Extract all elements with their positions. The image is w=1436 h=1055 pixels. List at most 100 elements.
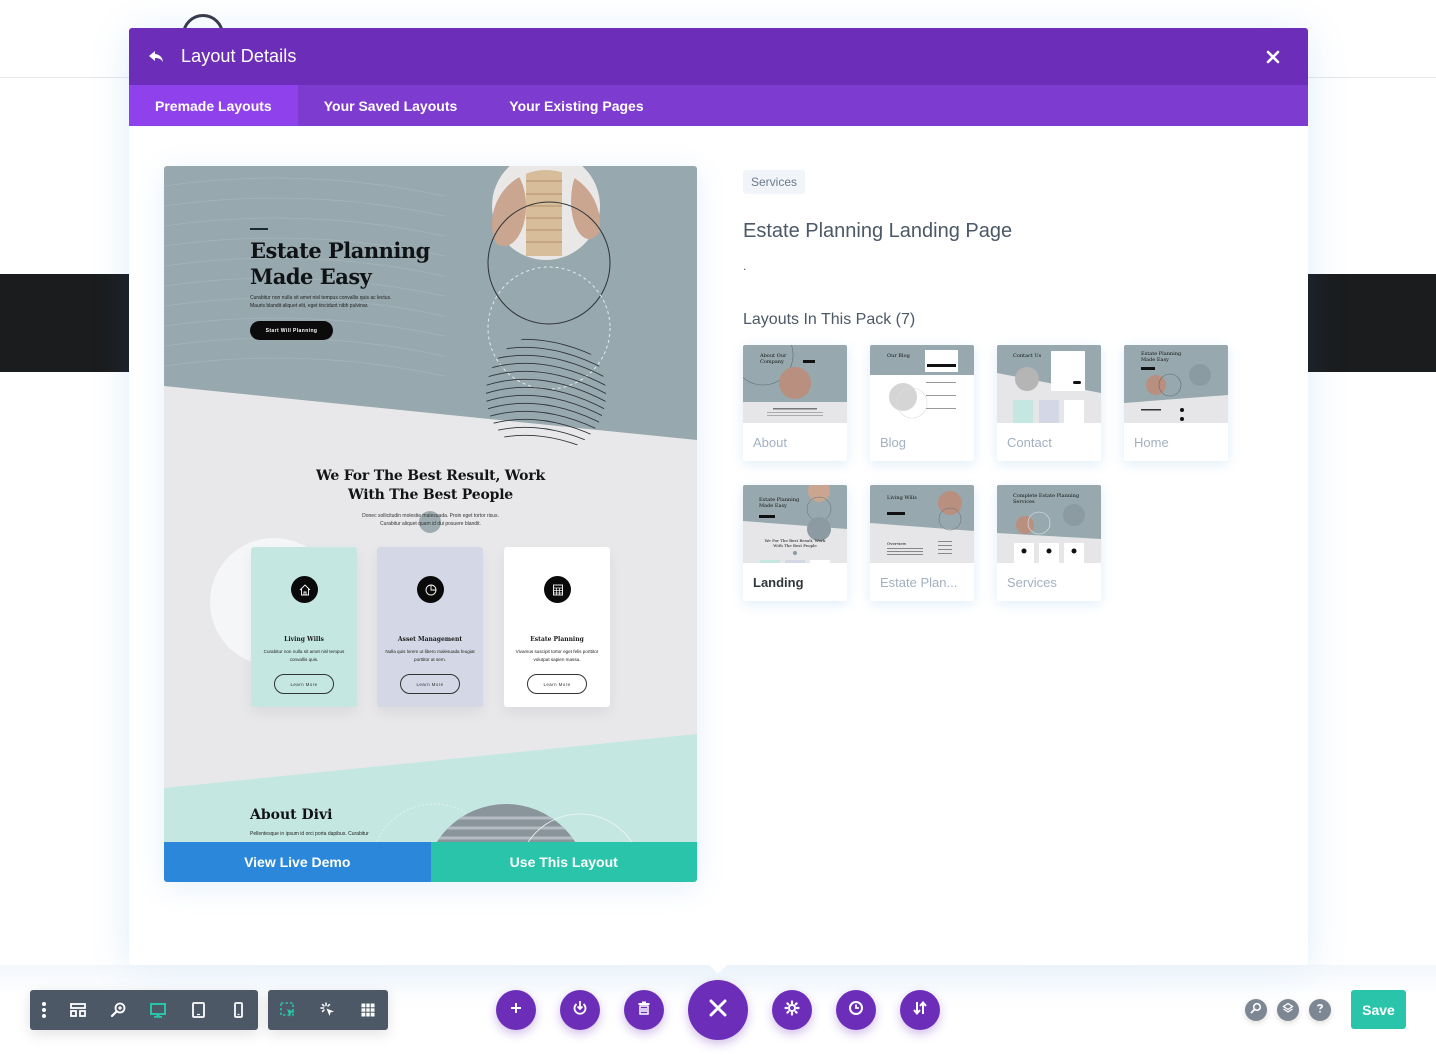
- layout-preview-image: Estate Planning Made Easy Curabitur non …: [164, 166, 697, 842]
- pack-thumbnail: Our Blog: [870, 345, 974, 423]
- modal-title: Layout Details: [181, 46, 297, 66]
- preview-service-card: Living Wills Curabitur non nulla sit ame…: [251, 547, 357, 707]
- tab-premade-layouts[interactable]: Premade Layouts: [129, 85, 298, 126]
- page-dark-section: [1308, 274, 1436, 372]
- house-icon: [291, 576, 318, 603]
- hero-text-line: Mauris blandit aliquet elit, eget tincid…: [250, 303, 369, 309]
- section-title-line: We For The Best Result, Work: [316, 468, 545, 484]
- zoom-icon[interactable]: [98, 990, 138, 1030]
- view-mode-toolbar: [30, 990, 258, 1030]
- layers-icon: [1282, 1001, 1294, 1019]
- save-button[interactable]: Save: [1351, 990, 1406, 1029]
- hero-accent-line: [250, 228, 268, 230]
- pack-thumbnail: Estate Planning Made Easy: [1124, 345, 1228, 423]
- sort-button[interactable]: [900, 990, 940, 1030]
- pack-thumbnail: Living Wills Overview: [870, 485, 974, 563]
- card-text: Vivamus suscipit tortor eget felis portt…: [515, 649, 599, 662]
- hero-title-line: Made Easy: [250, 264, 372, 289]
- pack-item-landing[interactable]: Estate Planning Made Easy We For The Best …: [743, 485, 847, 601]
- preview-about-title: About Divi: [250, 807, 333, 823]
- pack-thumbnail: Estate Planning Made Easy We For The Best …: [743, 485, 847, 563]
- view-live-demo-button[interactable]: View Live Demo: [164, 842, 431, 882]
- pack-item-label: Blog: [880, 434, 907, 450]
- pack-layouts-grid: About Our Company About Our Blog Blog Con…: [743, 345, 1263, 601]
- history-icon: [848, 1000, 864, 1021]
- preview-hero-button: Start Will Planning: [250, 321, 333, 340]
- pack-item-label: Services: [1007, 574, 1057, 590]
- svg-text:Our Blog: Our Blog: [887, 353, 911, 359]
- calculator-icon: [544, 576, 571, 603]
- help-button[interactable]: [1309, 999, 1331, 1021]
- pie-chart-icon: [417, 576, 444, 603]
- close-icon: [709, 999, 727, 1022]
- undo-arrow-icon[interactable]: [147, 47, 167, 67]
- svg-text:Overview: Overview: [887, 541, 907, 546]
- preview-hero-text: Curabitur non nulla sit amet nisl tempus…: [250, 294, 420, 310]
- svg-text:Living Wills: Living Wills: [887, 495, 917, 501]
- phone-view-icon[interactable]: [218, 990, 258, 1030]
- pack-heading: Layouts In This Pack (7): [743, 311, 916, 328]
- pack-thumbnail: About Our Company: [743, 345, 847, 423]
- use-this-layout-button[interactable]: Use This Layout: [430, 842, 697, 882]
- search-button[interactable]: [1245, 999, 1267, 1021]
- settings-icon: [784, 999, 800, 1021]
- click-mode-icon[interactable]: [308, 990, 348, 1030]
- svg-text:Company: Company: [760, 359, 784, 365]
- pack-item-label: Estate Plan...: [880, 574, 958, 590]
- tab-your-existing-pages[interactable]: Your Existing Pages: [483, 85, 669, 126]
- hero-text-line: Curabitur non nulla sit amet nisl tempus…: [250, 295, 392, 301]
- help-icon: [1314, 1001, 1326, 1019]
- pack-item-label: Landing: [753, 574, 804, 590]
- edit-mode-toolbar: [268, 990, 388, 1030]
- modal-header: Layout Details: [129, 28, 1308, 85]
- pack-item-contact[interactable]: Contact Us Contact: [997, 345, 1101, 461]
- search-icon: [1250, 1001, 1262, 1019]
- tablet-view-icon[interactable]: [178, 990, 218, 1030]
- section-title-line: With The Best People: [347, 487, 514, 503]
- pack-item-blog[interactable]: Our Blog Blog: [870, 345, 974, 461]
- pack-item-services[interactable]: Complete Estate Planning Services Service…: [997, 485, 1101, 601]
- preview-service-card: Estate Planning Vivamus suscipit tortor …: [504, 547, 610, 707]
- section-text-line: Donec sollicitudin molestie malesuada. P…: [362, 513, 499, 519]
- hero-title-line: Estate Planning: [250, 238, 430, 263]
- card-text: Nulla quis lorem ut libero malesuada feu…: [385, 649, 475, 662]
- add-button[interactable]: [496, 990, 536, 1030]
- pack-item-estate-planning[interactable]: Living Wills Overview Estate Plan...: [870, 485, 974, 601]
- portability-button[interactable]: [560, 990, 600, 1030]
- svg-text:Made Easy: Made Easy: [759, 503, 787, 509]
- svg-text:Contact Us: Contact Us: [1013, 353, 1042, 359]
- preview-actions: View Live Demo Use This Layout: [164, 842, 697, 882]
- pack-item-label: Home: [1134, 434, 1169, 450]
- close-settings-button[interactable]: [688, 980, 748, 1040]
- clear-layout-button[interactable]: [624, 990, 664, 1030]
- more-options-icon[interactable]: [30, 990, 58, 1030]
- wireframe-view-icon[interactable]: [58, 990, 98, 1030]
- svg-text:Services: Services: [1013, 499, 1035, 505]
- history-button[interactable]: [836, 990, 876, 1030]
- add-icon: [510, 1001, 522, 1019]
- preview-hero-title: Estate Planning Made Easy: [250, 238, 430, 290]
- close-icon[interactable]: [1262, 46, 1284, 68]
- grid-mode-icon[interactable]: [348, 990, 388, 1030]
- trash-icon: [637, 1001, 651, 1020]
- category-badge[interactable]: Services: [743, 170, 806, 194]
- layout-title: Estate Planning Landing Page: [743, 220, 1013, 242]
- layout-details-panel: Services Estate Planning Landing Page . …: [743, 170, 1263, 601]
- layers-button[interactable]: [1277, 999, 1299, 1021]
- desktop-view-icon[interactable]: [138, 990, 178, 1030]
- pack-thumbnail: Complete Estate Planning Services: [997, 485, 1101, 563]
- layout-preview: Estate Planning Made Easy Curabitur non …: [164, 166, 697, 882]
- sort-icon: [912, 1000, 928, 1021]
- layout-description: .: [743, 259, 747, 273]
- select-mode-icon[interactable]: [268, 990, 308, 1030]
- pack-item-home[interactable]: Estate Planning Made Easy Home: [1124, 345, 1228, 461]
- pack-item-about[interactable]: About Our Company About: [743, 345, 847, 461]
- tab-your-saved-layouts[interactable]: Your Saved Layouts: [298, 85, 484, 126]
- card-learn-more: Learn More: [527, 674, 587, 694]
- card-learn-more: Learn More: [400, 674, 460, 694]
- section-text-line: Curabitur aliquet quam id dui posuere bl…: [380, 521, 481, 527]
- pack-thumbnail: Contact Us: [997, 345, 1101, 423]
- card-title: Living Wills: [284, 636, 324, 643]
- modal-pointer-notch: [706, 962, 730, 974]
- page-settings-button[interactable]: [772, 990, 812, 1030]
